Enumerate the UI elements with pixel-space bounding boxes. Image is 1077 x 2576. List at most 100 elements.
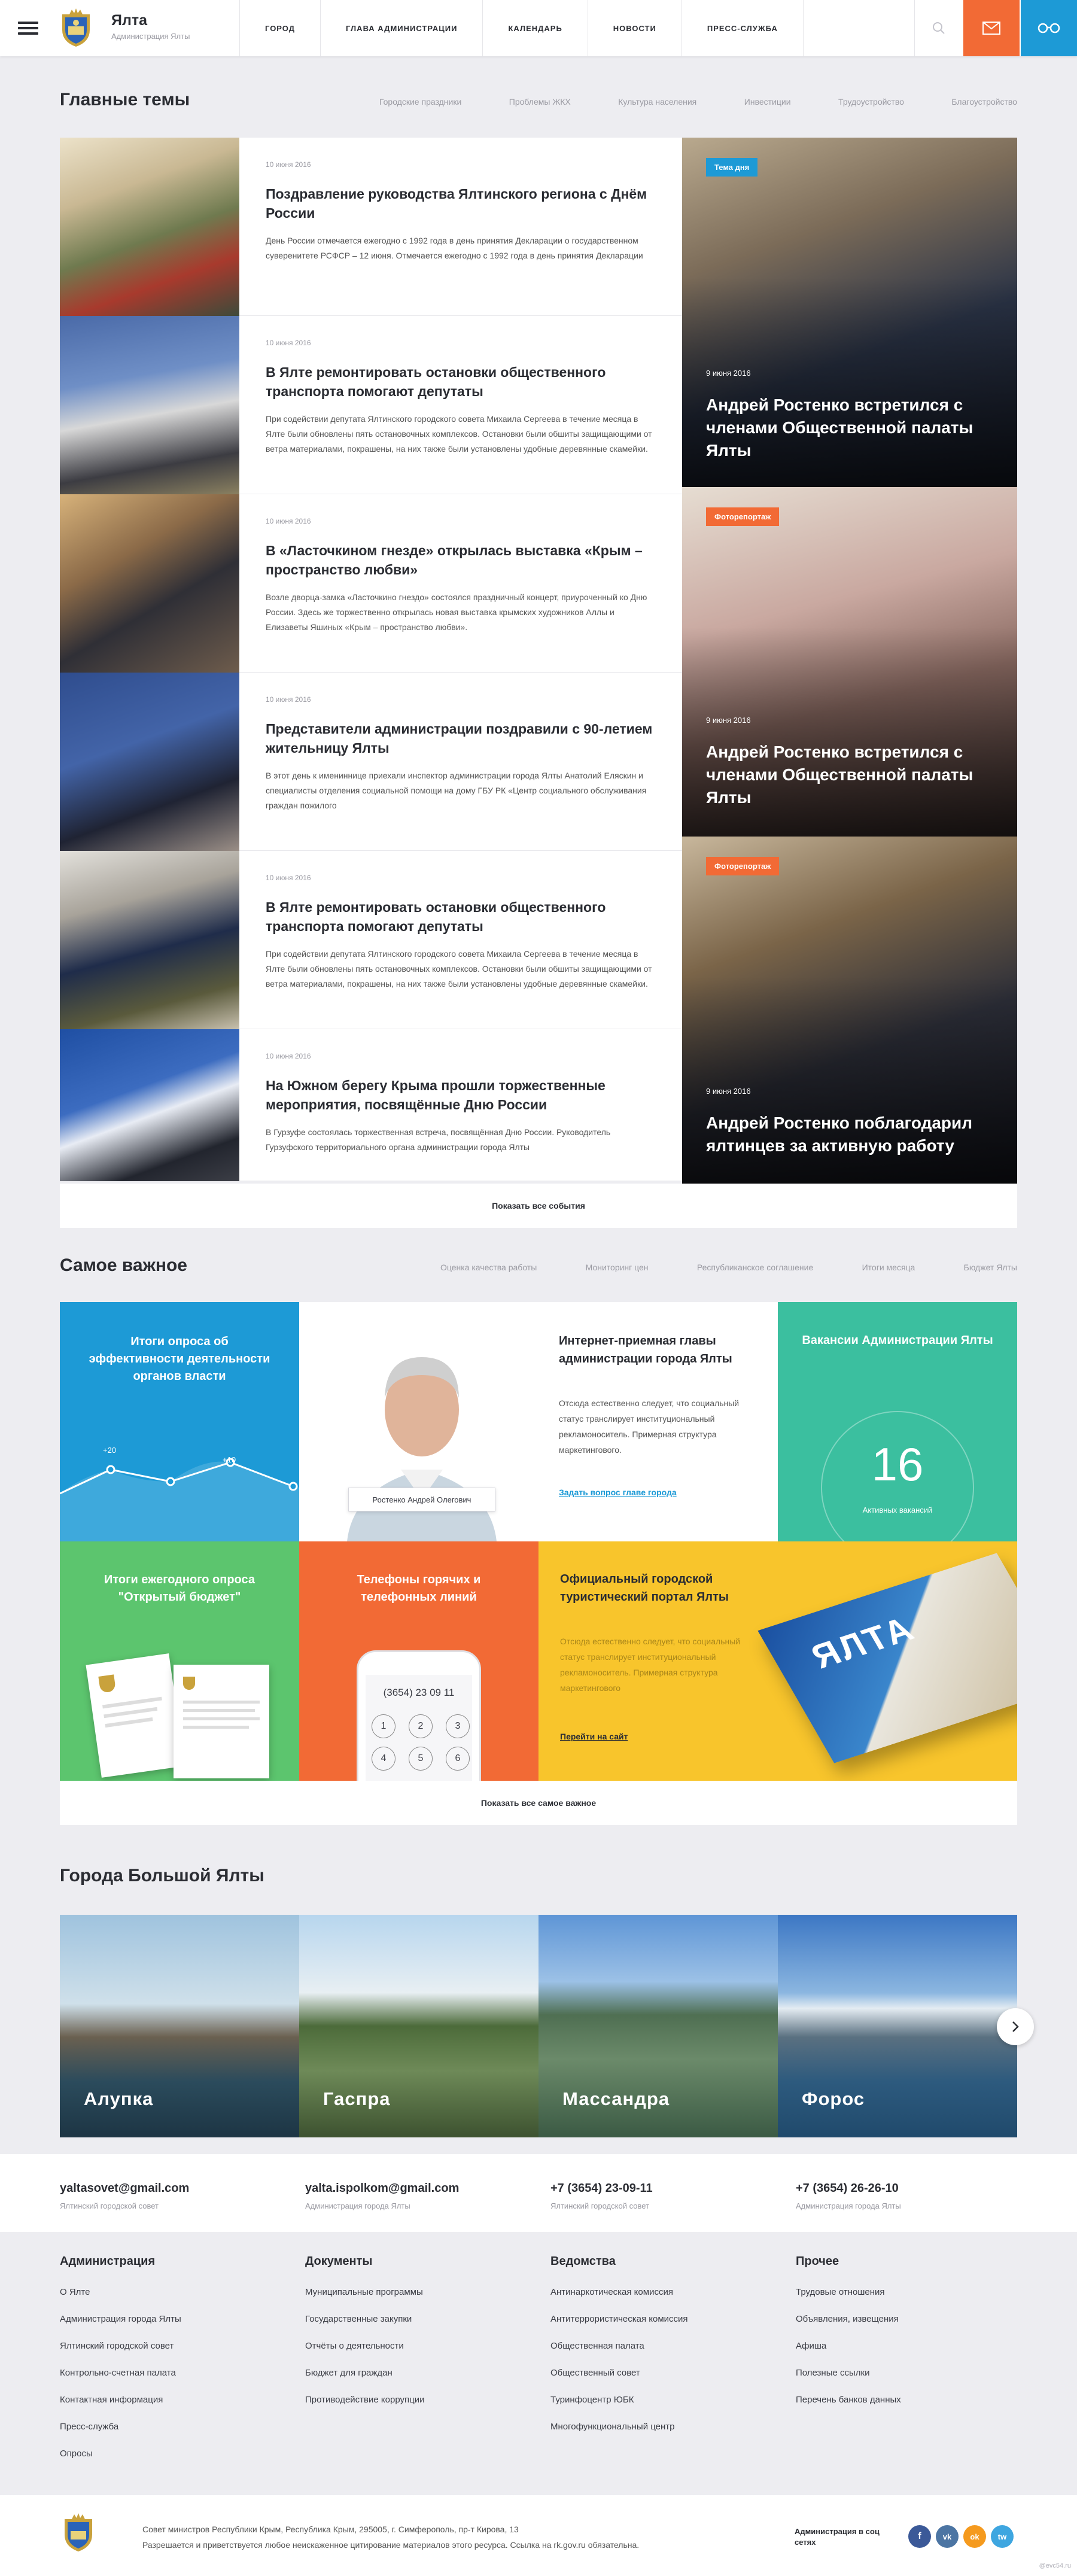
main-topics-tags: Городские праздники Проблемы ЖКХ Культур… xyxy=(379,97,1017,107)
footer-link[interactable]: Ялтинский городской совет xyxy=(60,2340,287,2352)
nav-item-city[interactable]: Город xyxy=(240,0,321,56)
news-photo xyxy=(60,673,239,851)
featured-title[interactable]: Андрей Ростенко встретился с членами Общ… xyxy=(706,741,987,809)
tag-link[interactable]: Итоги месяца xyxy=(862,1263,915,1272)
tag-link[interactable]: Культура населения xyxy=(618,97,696,107)
search-button[interactable] xyxy=(914,0,962,56)
contact-value[interactable]: +7 (3654) 26-26-10 xyxy=(796,2182,901,2195)
news-title[interactable]: В «Ласточкином гнезде» открылась выставк… xyxy=(266,541,655,579)
news-title[interactable]: В Ялте ремонтировать остановки обществен… xyxy=(266,363,655,401)
news-date: 10 июня 2016 xyxy=(266,339,311,347)
news-title[interactable]: Представители администрации поздравили с… xyxy=(266,719,655,758)
news-text: В этот день к имениннице приехали инспек… xyxy=(266,771,647,810)
mail-button[interactable] xyxy=(963,0,1020,56)
footer-link[interactable]: Отчёты о деятельности xyxy=(305,2340,533,2352)
tag-link[interactable]: Трудоустройство xyxy=(838,97,904,107)
footer-link[interactable]: Контрольно-счетная палата xyxy=(60,2367,287,2379)
news-item[interactable]: 10 июня 2016 Поздравление руководства Ял… xyxy=(60,138,682,316)
featured-story[interactable]: Фоторепортаж 9 июня 2016 Андрей Ростенко… xyxy=(682,487,1017,837)
tag-link[interactable]: Проблемы ЖКХ xyxy=(509,97,571,107)
nav-item-news[interactable]: Новости xyxy=(588,0,682,56)
contact-value[interactable]: +7 (3654) 23-09-11 xyxy=(550,2182,653,2195)
footer-link[interactable]: Опросы xyxy=(60,2448,287,2459)
news-item[interactable]: 10 июня 2016 В «Ласточкином гнезде» откр… xyxy=(60,494,682,673)
news-item[interactable]: 10 июня 2016 Представители администрации… xyxy=(60,673,682,851)
nav-item-press[interactable]: Пресс-служба xyxy=(682,0,804,56)
twitter-icon[interactable]: tw xyxy=(991,2525,1014,2548)
brand[interactable]: Ялта Администрация Ялты xyxy=(111,12,190,41)
footer-link[interactable]: Противодействие коррупции xyxy=(305,2394,533,2405)
contact-label: Администрация города Ялты xyxy=(796,2201,901,2210)
keypad-key: 2 xyxy=(409,1714,433,1738)
coat-of-arms-logo[interactable] xyxy=(57,8,95,48)
odnoklassniki-icon[interactable]: ok xyxy=(963,2525,986,2548)
accessibility-button[interactable] xyxy=(1021,0,1077,56)
nav-item-calendar[interactable]: Календарь xyxy=(483,0,588,56)
footer-link[interactable]: Перечень банков данных xyxy=(796,2394,1023,2405)
news-text: В Гурзуфе состоялась торжественная встре… xyxy=(266,1127,611,1152)
tag-link[interactable]: Инвестиции xyxy=(744,97,791,107)
tag-link[interactable]: Бюджет Ялты xyxy=(964,1263,1017,1272)
footer-address: Совет министров Республики Крым, Республ… xyxy=(142,2525,519,2534)
featured-story[interactable]: Фоторепортаж 9 июня 2016 Андрей Ростенко… xyxy=(682,837,1017,1186)
news-title[interactable]: На Южном берегу Крыма прошли торжественн… xyxy=(266,1076,655,1114)
nav-item-head[interactable]: Глава администрации xyxy=(321,0,483,56)
tag-link[interactable]: Мониторинг цен xyxy=(586,1263,649,1272)
tag-link[interactable]: Оценка качества работы xyxy=(440,1263,537,1272)
tag-link[interactable]: Городские праздники xyxy=(379,97,461,107)
vk-icon[interactable]: vk xyxy=(936,2525,959,2548)
footer-link[interactable]: Антинаркотическая комиссия xyxy=(550,2286,778,2298)
city-card-gaspra[interactable]: Гаспра xyxy=(299,1915,538,2137)
footer-link[interactable]: Контактная информация xyxy=(60,2394,287,2405)
footer-link[interactable]: Полезные ссылки xyxy=(796,2367,1023,2379)
contact-value[interactable]: yalta.ispolkom@gmail.com xyxy=(305,2182,459,2195)
news-date: 10 июня 2016 xyxy=(266,874,311,882)
contact-label: Ялтинский городской совет xyxy=(550,2201,649,2210)
news-title[interactable]: Поздравление руководства Ялтинского реги… xyxy=(266,184,655,223)
featured-story[interactable]: Тема дня 9 июня 2016 Андрей Ростенко вст… xyxy=(682,138,1017,487)
city-card-alupka[interactable]: Алупка xyxy=(60,1915,299,2137)
vacancies-tile[interactable]: Вакансии Администрации Ялты 16 Активных … xyxy=(778,1302,1017,1541)
poll-results-tile[interactable]: Итоги опроса об эффективности деятельнос… xyxy=(60,1302,299,1541)
footer-link[interactable]: Афиша xyxy=(796,2340,1023,2352)
footer-link[interactable]: Объявления, извещения xyxy=(796,2313,1023,2325)
news-photo xyxy=(60,851,239,1029)
footer-link[interactable]: Общественный совет xyxy=(550,2367,778,2379)
show-all-important-button[interactable]: Показать все самое важное xyxy=(60,1781,1017,1825)
facebook-icon[interactable]: f xyxy=(908,2525,931,2548)
featured-title[interactable]: Андрей Ростенко встретился с членами Общ… xyxy=(706,394,987,462)
news-photo xyxy=(60,1029,239,1181)
footer-link[interactable]: Государственные закупки xyxy=(305,2313,533,2325)
contact-value[interactable]: yaltasovet@gmail.com xyxy=(60,2182,189,2195)
open-budget-tile[interactable]: Итоги ежегодного опроса "Открытый бюджет… xyxy=(60,1541,299,1781)
tag-link[interactable]: Благоустройство xyxy=(951,97,1017,107)
footer-link[interactable]: Трудовые отношения xyxy=(796,2286,1023,2298)
carousel-next-button[interactable] xyxy=(997,2008,1034,2045)
featured-title[interactable]: Андрей Ростенко поблагодарил ялтинцев за… xyxy=(706,1112,987,1157)
go-to-site-link[interactable]: Перейти на сайт xyxy=(560,1732,628,1741)
news-title[interactable]: В Ялте ремонтировать остановки обществен… xyxy=(266,898,655,936)
footer-link[interactable]: Пресс-служба xyxy=(60,2421,287,2432)
hotlines-tile[interactable]: Телефоны горячих и телефонных линий (365… xyxy=(299,1541,538,1781)
footer-link[interactable]: Общественная палата xyxy=(550,2340,778,2352)
contact-item: yalta.ispolkom@gmail.com Администрация г… xyxy=(305,2182,459,2210)
important-tags: Оценка качества работы Мониторинг цен Ре… xyxy=(440,1263,1017,1272)
news-item[interactable]: 10 июня 2016 На Южном берегу Крыма прошл… xyxy=(60,1029,682,1181)
city-card-massandra[interactable]: Массандра xyxy=(538,1915,778,2137)
tag-link[interactable]: Республиканское соглашение xyxy=(697,1263,813,1272)
footer-link[interactable]: Бюджет для граждан xyxy=(305,2367,533,2379)
footer-link[interactable]: Туринфоцентр ЮБК xyxy=(550,2394,778,2405)
footer-link[interactable]: Многофункциональный центр xyxy=(550,2421,778,2432)
footer-link[interactable]: Муниципальные программы xyxy=(305,2286,533,2298)
footer-link[interactable]: Администрация города Ялты xyxy=(60,2313,287,2325)
tourism-portal-tile: Официальный городской туристический порт… xyxy=(538,1541,1017,1781)
menu-icon[interactable] xyxy=(18,22,38,35)
city-card-foros[interactable]: Форос xyxy=(778,1915,1017,2137)
news-item[interactable]: 10 июня 2016 В Ялте ремонтировать остано… xyxy=(60,316,682,494)
ask-question-link[interactable]: Задать вопрос главе города xyxy=(559,1488,677,1497)
footer-link[interactable]: Антитеррористическая комиссия xyxy=(550,2313,778,2325)
site-header: Ялта Администрация Ялты Город Глава адми… xyxy=(0,0,1077,56)
news-item[interactable]: 10 июня 2016 В Ялте ремонтировать остано… xyxy=(60,851,682,1029)
show-all-events-button[interactable]: Показать все события xyxy=(60,1184,1017,1228)
footer-link[interactable]: О Ялте xyxy=(60,2286,287,2298)
